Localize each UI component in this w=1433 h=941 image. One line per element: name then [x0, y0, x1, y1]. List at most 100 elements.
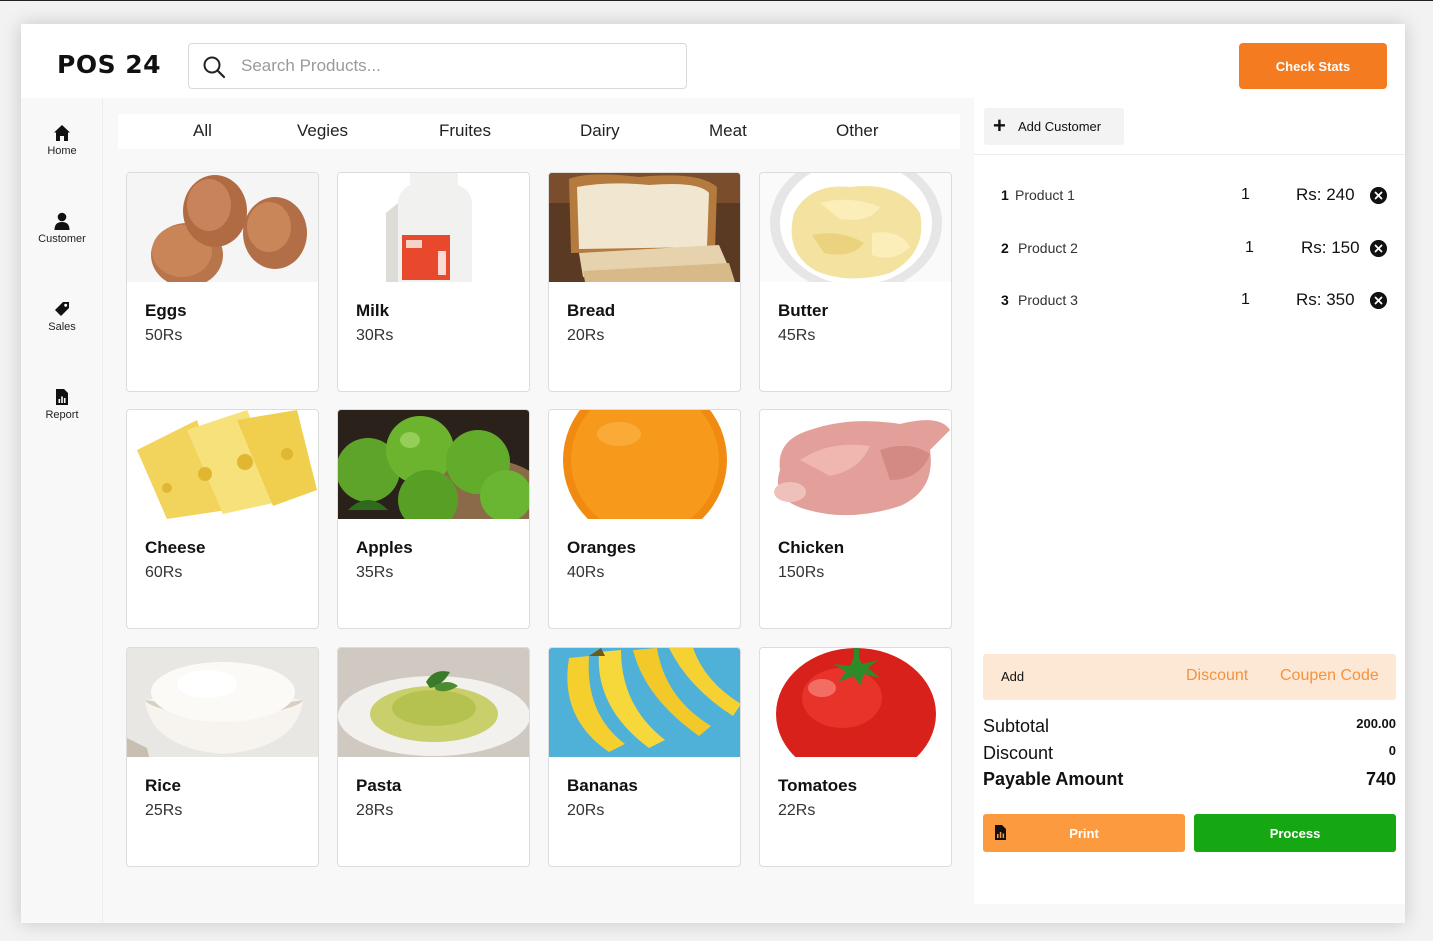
process-button[interactable]: Process [1194, 814, 1396, 852]
tab-fruites[interactable]: Fruites [439, 121, 491, 141]
sidebar-item-home[interactable]: Home [21, 124, 103, 184]
product-name: Pasta [356, 776, 402, 795]
search-icon [203, 56, 226, 79]
discount-label: Discount [983, 743, 1054, 763]
product-price: 20Rs [567, 327, 605, 344]
payable-amount-label: Payable Amount [983, 769, 1124, 789]
search-box[interactable] [188, 43, 687, 89]
product-image [549, 410, 740, 519]
cart-row-number: 3 [1001, 292, 1009, 308]
check-stats-button[interactable]: Check Stats [1239, 43, 1387, 89]
cart-row: 3 Product 3 1 Rs: 350 [974, 290, 1405, 314]
sidebar-item-label: Sales [48, 321, 76, 333]
screen-frame: POS 24 Check Stats Home Customer [0, 0, 1433, 941]
cart-row-number: 2 [1001, 240, 1009, 256]
cart-row: 1 Product 1 1 Rs: 240 [974, 185, 1405, 209]
product-card-butter[interactable]: Butter 45Rs [759, 172, 952, 392]
product-card-eggs[interactable]: Eggs 50Rs [126, 172, 319, 392]
cart-row-qty: 1 [1241, 291, 1250, 308]
cart-row-qty: 1 [1241, 186, 1250, 203]
plus-icon: + [993, 113, 1006, 138]
add-customer-label: Add Customer [1018, 119, 1102, 134]
remove-item-icon[interactable] [1370, 187, 1387, 204]
product-name: Chicken [778, 538, 845, 557]
product-price: 45Rs [778, 327, 816, 344]
product-name: Tomatoes [778, 776, 858, 795]
cart-row-name: Product 1 [1015, 187, 1075, 203]
product-card-tomatoes[interactable]: Tomatoes 22Rs [759, 647, 952, 867]
product-name: Oranges [567, 538, 636, 557]
tab-all[interactable]: All [193, 121, 212, 141]
print-button[interactable]: Print [983, 814, 1185, 852]
remove-item-icon[interactable] [1370, 240, 1387, 257]
product-card-pasta[interactable]: Pasta 28Rs [337, 647, 530, 867]
product-image [760, 173, 951, 282]
product-image [549, 173, 740, 282]
product-name: Bananas [567, 776, 638, 795]
top-header: POS 24 Check Stats [21, 24, 1405, 98]
product-price: 30Rs [356, 327, 394, 344]
cart-panel: + Add Customer 1 Product 1 1 Rs: 240 2 P… [974, 98, 1405, 904]
app-logo: POS 24 [57, 50, 162, 79]
product-image [127, 648, 318, 757]
sidebar-nav: Home Customer Sales Report [21, 98, 103, 923]
add-discount-bar: Add Discount Coupen Code [983, 654, 1396, 700]
user-icon [54, 212, 70, 230]
category-tabs: All Vegies Fruites Dairy Meat Other [118, 114, 960, 149]
product-card-chicken[interactable]: Chicken 150Rs [759, 409, 952, 629]
product-image [760, 410, 951, 519]
subtotal-label: Subtotal [983, 716, 1050, 736]
product-price: 50Rs [145, 327, 183, 344]
cart-row: 2 Product 2 1 Rs: 150 [974, 238, 1405, 262]
sidebar-item-report[interactable]: Report [21, 388, 103, 448]
product-name: Butter [778, 301, 829, 320]
discount-link[interactable]: Discount [1186, 667, 1248, 685]
cart-row-name: Product 2 [1018, 240, 1078, 256]
product-name: Apples [356, 538, 413, 557]
product-name: Milk [356, 301, 390, 320]
cart-row-amount: Rs: 240 [1296, 185, 1355, 204]
cart-row-name: Product 3 [1018, 292, 1078, 308]
cart-row-amount: Rs: 350 [1296, 290, 1355, 309]
tab-dairy[interactable]: Dairy [580, 121, 620, 141]
tab-other[interactable]: Other [836, 121, 879, 141]
remove-item-icon[interactable] [1370, 292, 1387, 309]
cart-row-qty: 1 [1245, 239, 1254, 256]
product-price: 28Rs [356, 802, 394, 819]
product-name: Eggs [145, 301, 187, 320]
product-name: Rice [145, 776, 181, 795]
sidebar-item-customer[interactable]: Customer [21, 212, 103, 272]
product-image [338, 410, 529, 519]
tab-meat[interactable]: Meat [709, 121, 747, 141]
product-card-bread[interactable]: Bread 20Rs [548, 172, 741, 392]
product-card-cheese[interactable]: Cheese 60Rs [126, 409, 319, 629]
product-image [338, 648, 529, 757]
product-card-bananas[interactable]: Bananas 20Rs [548, 647, 741, 867]
product-card-rice[interactable]: Rice 25Rs [126, 647, 319, 867]
product-image [760, 648, 951, 757]
product-name: Cheese [145, 538, 206, 557]
product-image [127, 173, 318, 282]
product-price: 20Rs [567, 802, 605, 819]
product-price: 25Rs [145, 802, 183, 819]
sidebar-item-label: Home [47, 145, 77, 157]
sidebar-item-label: Report [45, 409, 79, 421]
divider [974, 154, 1405, 155]
product-name: Bread [567, 301, 616, 320]
home-icon [54, 125, 70, 141]
product-price: 150Rs [778, 564, 825, 581]
cart-row-number: 1 [1001, 187, 1009, 203]
sidebar-item-sales[interactable]: Sales [21, 300, 103, 360]
product-card-apples[interactable]: Apples 35Rs [337, 409, 530, 629]
print-label: Print [1069, 825, 1099, 841]
coupon-code-link[interactable]: Coupen Code [1280, 667, 1379, 685]
search-input[interactable] [241, 54, 671, 78]
product-card-oranges[interactable]: Oranges 40Rs [548, 409, 741, 629]
product-price: 22Rs [778, 802, 816, 819]
product-card-milk[interactable]: Milk 30Rs [337, 172, 530, 392]
product-price: 40Rs [567, 564, 605, 581]
print-report-icon [995, 825, 1006, 840]
tab-vegies[interactable]: Vegies [297, 121, 348, 141]
sidebar-item-label: Customer [38, 233, 86, 245]
add-customer-button[interactable]: + Add Customer [984, 108, 1124, 145]
